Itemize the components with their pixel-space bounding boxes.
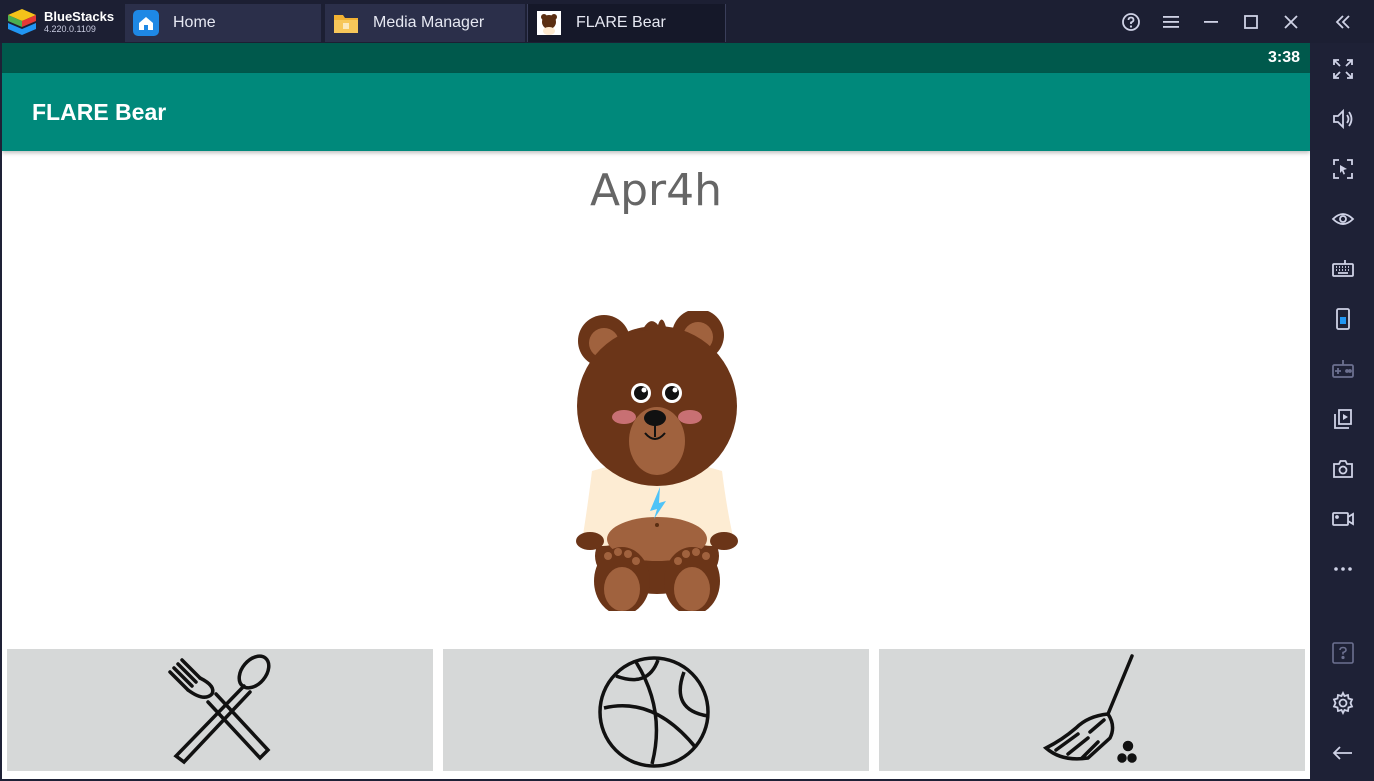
record-button[interactable] xyxy=(1311,499,1374,539)
title-bar: BlueStacks 4.220.0.1109 Home Media Manag… xyxy=(0,0,1374,43)
gamepad-button[interactable] xyxy=(1311,349,1374,389)
keyboard-button[interactable] xyxy=(1311,249,1374,289)
menu-button[interactable] xyxy=(1151,0,1191,43)
maximize-button[interactable] xyxy=(1231,0,1271,43)
volume-icon xyxy=(1332,108,1352,130)
folder-icon xyxy=(333,10,359,36)
help-icon xyxy=(1331,642,1354,664)
tab-home[interactable]: Home xyxy=(125,4,321,42)
eye-icon xyxy=(1331,213,1354,225)
bear-name: Apr4h xyxy=(590,165,722,216)
broom-icon xyxy=(1042,654,1137,763)
minimize-button[interactable] xyxy=(1191,0,1231,43)
maximize-icon xyxy=(1244,14,1258,29)
fullscreen-icon xyxy=(1332,59,1353,79)
fork-spoon-icon xyxy=(168,654,271,765)
minimize-icon xyxy=(1204,20,1218,23)
fullscreen-button[interactable] xyxy=(1311,49,1374,89)
bear-image[interactable] xyxy=(562,311,752,611)
screenshot-button[interactable] xyxy=(1311,449,1374,489)
settings-icon xyxy=(1332,691,1353,715)
app-bar: FLARE Bear xyxy=(2,73,1310,151)
keyboard-icon xyxy=(1331,260,1354,277)
close-button[interactable] xyxy=(1271,0,1311,43)
right-sidebar xyxy=(1311,43,1374,781)
eye-button[interactable] xyxy=(1311,199,1374,239)
basketball-icon xyxy=(598,656,710,768)
close-icon xyxy=(1284,14,1298,29)
help-icon xyxy=(1122,12,1140,31)
bluestacks-window: BlueStacks 4.220.0.1109 Home Media Manag… xyxy=(0,0,1374,781)
pointer-lock-icon xyxy=(1332,159,1353,179)
screenshot-icon xyxy=(1332,460,1353,478)
rotate-button[interactable] xyxy=(1311,299,1374,339)
collapse-sidebar-button[interactable] xyxy=(1311,0,1374,43)
brand-name: BlueStacks xyxy=(44,9,115,24)
tab-home-label: Home xyxy=(173,14,216,31)
home-icon xyxy=(133,10,159,36)
menu-icon xyxy=(1163,15,1179,28)
pointer-lock-button[interactable] xyxy=(1311,149,1374,189)
more-icon xyxy=(1333,567,1352,571)
back-icon xyxy=(1332,746,1352,760)
status-clock: 3:38 xyxy=(1267,49,1300,66)
window-controls xyxy=(1111,0,1374,43)
tab-flare-bear-label: FLARE Bear xyxy=(576,14,666,31)
sidebar-help-button[interactable] xyxy=(1311,633,1374,673)
collapse-sidebar-icon xyxy=(1335,14,1350,29)
tab-media-manager[interactable]: Media Manager xyxy=(325,4,525,42)
bluestacks-logo-icon xyxy=(8,9,36,35)
bear-app-icon xyxy=(536,10,562,36)
clean-button[interactable] xyxy=(879,649,1305,771)
rotate-icon xyxy=(1335,308,1350,330)
record-icon xyxy=(1331,512,1354,526)
bluestacks-brand: BlueStacks 4.220.0.1109 xyxy=(6,4,122,40)
gamepad-icon xyxy=(1331,360,1354,378)
status-bar: 3:38 xyxy=(2,43,1310,73)
back-button[interactable] xyxy=(1311,733,1374,773)
app-title: FLARE Bear xyxy=(32,99,167,125)
help-button[interactable] xyxy=(1111,0,1151,43)
tab-flare-bear[interactable]: FLARE Bear xyxy=(527,4,726,42)
play-button[interactable] xyxy=(443,649,869,771)
android-screen: 3:38 FLARE Bear Apr4h xyxy=(2,43,1310,779)
more-button[interactable] xyxy=(1311,549,1374,589)
volume-button[interactable] xyxy=(1311,99,1374,139)
feed-button[interactable] xyxy=(7,649,433,771)
settings-button[interactable] xyxy=(1311,683,1374,723)
media-import-icon xyxy=(1333,409,1352,429)
tab-media-manager-label: Media Manager xyxy=(373,14,485,31)
media-import-button[interactable] xyxy=(1311,399,1374,439)
brand-version: 4.220.0.1109 xyxy=(44,24,96,34)
